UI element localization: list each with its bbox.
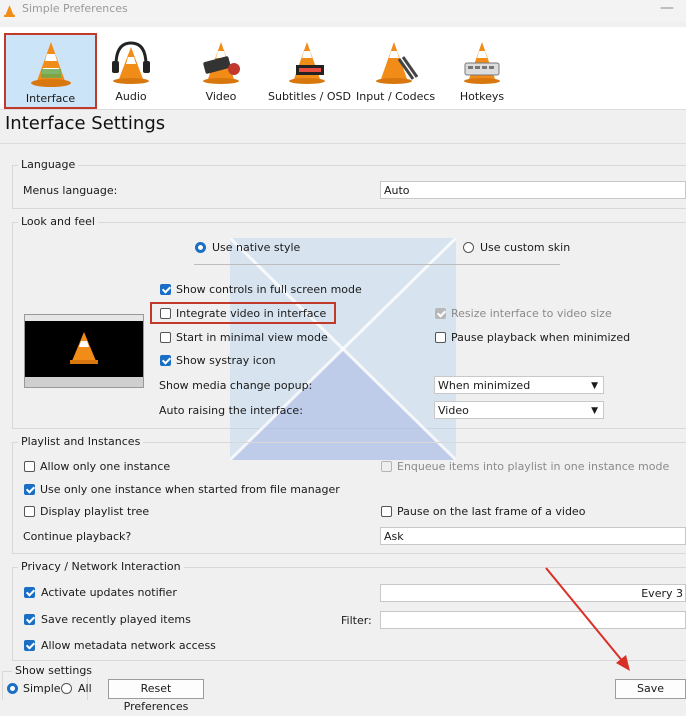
auto-raise-select[interactable]: Video (434, 401, 604, 420)
updates-checkbox[interactable] (24, 587, 35, 598)
filter-label: Filter: (341, 614, 372, 627)
systray-label: Show systray icon (176, 354, 276, 367)
updates-label: Activate updates notifier (41, 586, 177, 599)
vlc-app-icon (4, 5, 15, 17)
filter-input[interactable] (380, 611, 686, 629)
one-instance-label: Allow only one instance (40, 460, 171, 473)
tab-input-codecs[interactable]: Input / Codecs (356, 33, 436, 105)
pause-minimized-checkbox[interactable] (435, 332, 446, 343)
privacy-group-title: Privacy / Network Interaction (18, 560, 184, 573)
recent-items-label: Save recently played items (41, 613, 191, 626)
media-popup-select[interactable]: When minimized (434, 376, 604, 395)
style-separator (194, 264, 560, 265)
film-icon (203, 42, 240, 84)
reset-preferences-button[interactable]: Reset Preferences (108, 679, 204, 713)
continue-playback-field[interactable]: Ask (380, 527, 686, 545)
tab-interface[interactable]: Interface (4, 33, 97, 109)
native-style-radio[interactable] (195, 242, 206, 253)
codec-icon (376, 42, 419, 84)
page-title: Interface Settings (5, 113, 166, 134)
integrate-video-label: Integrate video in interface (176, 307, 327, 320)
interface-preview-image (24, 314, 144, 388)
watermark-graphic (230, 238, 456, 460)
vlc-cone-icon (70, 332, 98, 364)
one-instance-checkbox[interactable] (24, 461, 35, 472)
tab-label: Interface (25, 92, 76, 105)
playlist-tree-label: Display playlist tree (40, 505, 150, 518)
recent-items-checkbox[interactable] (24, 614, 35, 625)
tab-label: Subtitles / OSD (268, 90, 351, 103)
pause-last-frame-checkbox[interactable] (381, 506, 392, 517)
tab-label: Hotkeys (459, 90, 505, 103)
systray-checkbox[interactable] (160, 355, 171, 366)
native-style-label: Use native style (212, 241, 301, 254)
continue-playback-label: Continue playback? (23, 530, 132, 543)
file-manager-label: Use only one instance when started from … (40, 483, 340, 496)
resize-interface-label: Resize interface to video size (451, 307, 612, 320)
tab-audio[interactable]: Audio (100, 33, 162, 105)
custom-skin-label: Use custom skin (480, 241, 571, 254)
annotation-arrow (545, 567, 630, 671)
vlc-cone-icon (30, 42, 71, 87)
playlist-group-title: Playlist and Instances (18, 435, 144, 448)
tab-subtitles-osd[interactable]: Subtitles / OSD (268, 33, 351, 105)
file-manager-checkbox[interactable] (24, 484, 35, 495)
enqueue-label: Enqueue items into playlist in one insta… (397, 460, 670, 473)
simple-label: Simple (23, 682, 61, 695)
enqueue-checkbox[interactable] (381, 461, 392, 472)
all-radio[interactable] (61, 683, 72, 694)
metadata-label: Allow metadata network access (41, 639, 216, 652)
save-button[interactable]: Save (615, 679, 686, 699)
show-settings-title: Show settings (12, 664, 96, 677)
pause-last-frame-label: Pause on the last frame of a video (397, 505, 586, 518)
category-toolbar: Interface Audio Video Subtitles / OSD In… (0, 27, 686, 110)
close-icon[interactable]: — (660, 0, 674, 16)
divider (0, 143, 686, 144)
headphones-icon (112, 41, 150, 84)
custom-skin-radio[interactable] (463, 242, 474, 253)
metadata-checkbox[interactable] (24, 640, 35, 651)
tab-video[interactable]: Video (190, 33, 252, 105)
hotkeys-icon (464, 42, 500, 84)
language-group-title: Language (18, 158, 79, 171)
subtitles-icon (289, 42, 325, 84)
minimal-view-checkbox[interactable] (160, 332, 171, 343)
playlist-tree-checkbox[interactable] (24, 506, 35, 517)
show-controls-checkbox[interactable] (160, 284, 171, 295)
all-label: All (78, 682, 92, 695)
tab-hotkeys[interactable]: Hotkeys (452, 33, 512, 105)
auto-raise-label: Auto raising the interface: (159, 404, 303, 417)
menus-language-label: Menus language: (23, 184, 118, 197)
resize-interface-checkbox[interactable] (435, 308, 446, 319)
media-popup-label: Show media change popup: (159, 379, 313, 392)
simple-radio[interactable] (7, 683, 18, 694)
tab-label: Video (205, 90, 237, 103)
window-title: Simple Preferences (22, 2, 128, 15)
look-and-feel-group-title: Look and feel (18, 215, 98, 228)
tab-label: Audio (115, 90, 147, 103)
minimal-view-label: Start in minimal view mode (176, 331, 328, 344)
tab-label: Input / Codecs (356, 90, 436, 103)
pause-minimized-label: Pause playback when minimized (451, 331, 631, 344)
menus-language-field[interactable]: Auto (380, 181, 686, 199)
show-controls-label: Show controls in full screen mode (176, 283, 362, 296)
updates-interval-field[interactable]: Every 3 (380, 584, 686, 602)
integrate-video-checkbox[interactable] (160, 308, 171, 319)
